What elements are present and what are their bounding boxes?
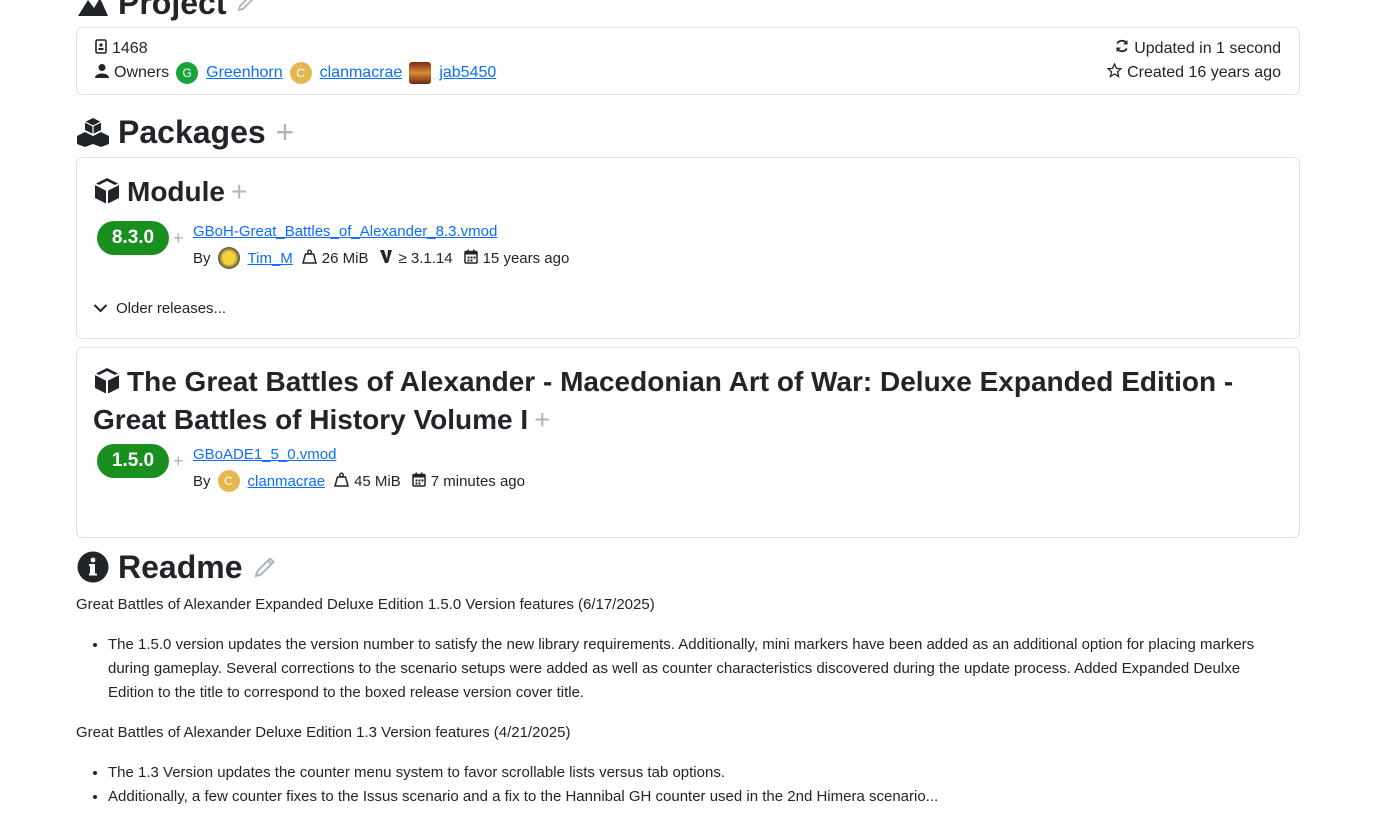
author-link[interactable]: Tim_M — [248, 250, 293, 267]
calendar-icon — [412, 472, 426, 491]
info-icon — [76, 550, 110, 584]
created-text: Created 16 years ago — [1127, 64, 1281, 81]
add-file-button[interactable]: + — [173, 451, 184, 472]
version-badge: 8.3.0 — [97, 221, 169, 255]
list-item: The 1.5.0 version updates the version nu… — [108, 633, 1276, 705]
package-card-module: Module + 8.3.0 + GBoH-Great_Battles_of_Al… — [76, 157, 1300, 339]
readme-bullet-list: The 1.3 Version updates the counter menu… — [76, 761, 1276, 809]
package-title: Module + — [93, 175, 247, 213]
add-release-button[interactable]: + — [231, 176, 247, 207]
file-size: 45 MiB — [354, 472, 401, 490]
older-releases-label: Older releases... — [116, 300, 227, 317]
updated-row: Updated in 1 second — [1115, 39, 1281, 58]
project-card: 1468 Owners G Greenhorn C clanmacrae jab… — [76, 27, 1300, 95]
readme-section-heading: Great Battles of Alexander Deluxe Editio… — [76, 724, 571, 741]
owners-label: Owners — [114, 64, 170, 81]
release-meta: By Tim_M 26 MiB ≥ 3.1.14 15 years ago — [193, 247, 569, 269]
packages-heading: Packages + — [76, 114, 294, 150]
user-icon — [95, 63, 109, 83]
release-meta: By C clanmacrae 45 MiB 7 minutes ago — [193, 470, 525, 492]
by-label: By — [193, 472, 211, 490]
package-name: Module — [127, 176, 225, 207]
package-name: The Great Battles of Alexander - Macedon… — [93, 366, 1234, 435]
owner-link-jab5450[interactable]: jab5450 — [439, 64, 496, 82]
avatar — [217, 247, 240, 269]
add-file-button[interactable]: + — [173, 228, 184, 249]
avatar: G — [176, 62, 199, 84]
readme-section-heading: Great Battles of Alexander Expanded Delu… — [76, 596, 655, 613]
weight-icon — [301, 249, 317, 268]
requires-version: ≥ 3.1.14 — [398, 249, 453, 267]
package-card-deluxe: The Great Battles of Alexander - Macedon… — [76, 347, 1300, 538]
file-size: 26 MiB — [321, 249, 369, 267]
vassal-icon — [379, 249, 393, 268]
package-title: The Great Battles of Alexander - Macedon… — [93, 365, 1283, 437]
id-badge-icon — [95, 39, 107, 59]
box-icon — [93, 367, 121, 403]
owners-row: Owners G Greenhorn C clanmacrae jab5450 — [95, 62, 496, 84]
chevron-down-icon — [93, 300, 108, 317]
refresh-icon — [1115, 39, 1129, 58]
author-link[interactable]: clanmacrae — [248, 473, 326, 490]
add-package-button[interactable]: + — [276, 116, 295, 148]
older-releases-toggle[interactable]: Older releases... — [93, 300, 226, 317]
readme-heading: Readme — [76, 549, 277, 585]
updated-text: Updated in 1 second — [1134, 39, 1281, 57]
list-item: The 1.3 Version updates the counter menu… — [108, 761, 1276, 785]
project-title: Project — [118, 0, 227, 21]
edit-pencil-icon[interactable] — [253, 555, 277, 579]
list-item: Additionally, a few counter fixes to the… — [108, 785, 1276, 809]
edit-pencil-icon[interactable] — [236, 0, 256, 13]
owner-link-clanmacrae[interactable]: clanmacrae — [320, 64, 403, 82]
by-label: By — [193, 249, 211, 267]
avatar — [409, 62, 432, 84]
boxes-icon — [76, 115, 110, 149]
packages-title: Packages — [118, 113, 266, 150]
avatar: C — [289, 62, 312, 84]
box-icon — [93, 177, 121, 213]
add-release-button[interactable]: + — [534, 404, 550, 435]
calendar-icon — [463, 249, 478, 268]
readme-bullet-list: The 1.5.0 version updates the version nu… — [76, 633, 1276, 705]
file-link[interactable]: GBoH-Great_Battles_of_Alexander_8.3.vmod — [193, 223, 497, 240]
project-heading: Project — [76, 0, 256, 21]
weight-icon — [334, 472, 350, 491]
release-date: 15 years ago — [482, 249, 570, 267]
readme-title: Readme — [118, 548, 243, 585]
release-date: 7 minutes ago — [430, 472, 525, 490]
star-icon — [1106, 62, 1123, 83]
project-id-row: 1468 — [95, 39, 148, 59]
created-row: Created 16 years ago — [1106, 62, 1281, 83]
file-link[interactable]: GBoADE1_5_0.vmod — [193, 446, 336, 463]
project-id: 1468 — [112, 40, 148, 57]
project-diagram-icon — [76, 0, 110, 20]
avatar: C — [217, 470, 240, 492]
version-badge: 1.5.0 — [97, 444, 169, 478]
owner-link-greenhorn[interactable]: Greenhorn — [206, 64, 283, 82]
